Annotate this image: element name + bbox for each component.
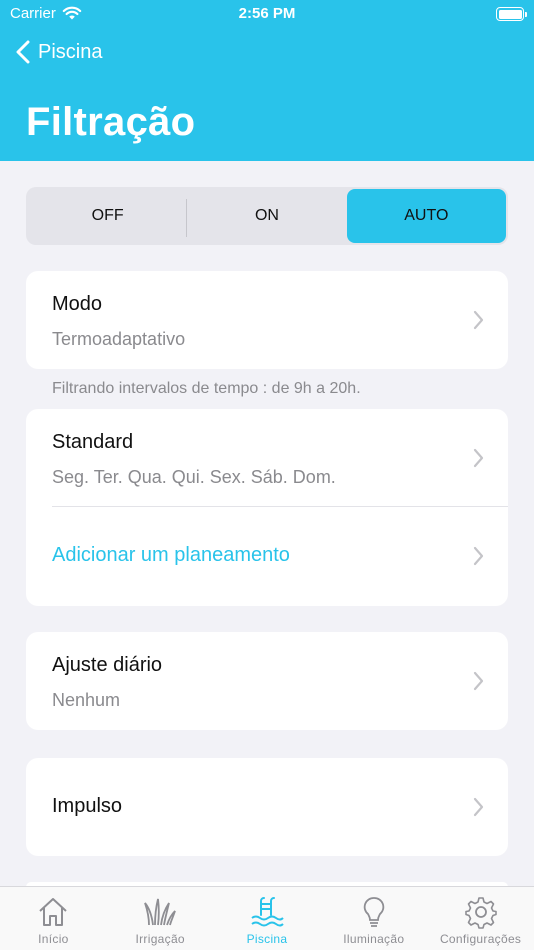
grass-icon	[144, 898, 177, 926]
tab-label: Início	[38, 932, 69, 946]
page-title: Filtração	[26, 100, 196, 144]
tab-configuracoes[interactable]: Configurações	[427, 887, 534, 950]
segment-off[interactable]: OFF	[28, 189, 188, 243]
filter-interval-note: Filtrando intervalos de tempo : de 9h a …	[52, 380, 361, 397]
chevron-left-icon	[16, 40, 30, 64]
segment-on-label: ON	[254, 207, 279, 224]
segment-off-label: OFF	[91, 207, 124, 224]
daily-adjust-value: Nenhum	[52, 690, 121, 710]
chevron-right-icon	[473, 310, 484, 330]
bulb-icon	[363, 897, 384, 927]
chevron-right-icon	[473, 671, 484, 691]
tab-irrigacao[interactable]: Irrigação	[107, 887, 214, 950]
pool-icon	[251, 897, 284, 927]
schedule-days: Seg. Ter. Qua. Qui. Sex. Sáb. Dom.	[52, 467, 336, 487]
mode-value: Termoadaptativo	[52, 329, 186, 349]
mode-segmented-control: OFF ON AUTO	[26, 187, 508, 245]
chevron-right-icon	[473, 546, 484, 566]
segment-auto-label: AUTO	[404, 207, 449, 224]
impulse-title: Impulso	[52, 795, 123, 817]
schedule-title: Standard	[52, 431, 134, 453]
daily-adjust-row[interactable]: Ajuste diário Nenhum	[26, 632, 508, 730]
add-schedule-row[interactable]: Adicionar um planeamento	[26, 507, 508, 605]
tab-bar: Início Irrigação Piscina Iluminação Conf…	[0, 886, 534, 950]
tab-iluminacao[interactable]: Iluminação	[320, 887, 427, 950]
daily-adjust-card: Ajuste diário Nenhum	[26, 632, 508, 730]
tab-label: Iluminação	[343, 932, 405, 946]
tab-inicio[interactable]: Início	[0, 887, 107, 950]
schedule-card: Standard Seg. Ter. Qua. Qui. Sex. Sáb. D…	[26, 409, 508, 606]
chevron-right-icon	[473, 448, 484, 468]
impulse-card: Impulso	[26, 758, 508, 856]
back-button[interactable]: Piscina	[16, 40, 102, 64]
add-schedule-link[interactable]: Adicionar um planeamento	[52, 544, 290, 567]
back-label: Piscina	[38, 40, 103, 63]
tab-label: Piscina	[246, 932, 288, 946]
tab-piscina[interactable]: Piscina	[214, 887, 321, 950]
gear-icon	[464, 897, 497, 929]
mode-title: Modo	[52, 293, 103, 315]
segment-auto[interactable]: AUTO	[346, 189, 506, 243]
daily-adjust-title: Ajuste diário	[52, 654, 163, 676]
mode-row[interactable]: Modo Termoadaptativo	[26, 271, 508, 369]
clock: 2:56 PM	[238, 5, 296, 22]
chevron-right-icon	[473, 797, 484, 817]
tab-label: Irrigação	[135, 932, 185, 946]
header: Carrier 2:56 PM Piscina Filtração	[0, 0, 534, 161]
impulse-row[interactable]: Impulso	[26, 758, 508, 856]
status-bar: Carrier 2:56 PM	[0, 0, 534, 28]
segment-on[interactable]: ON	[187, 189, 346, 243]
home-icon	[39, 898, 68, 926]
battery-icon	[496, 7, 527, 21]
tab-label: Configurações	[439, 932, 522, 946]
schedule-row-standard[interactable]: Standard Seg. Ter. Qua. Qui. Sex. Sáb. D…	[26, 409, 508, 507]
mode-card: Modo Termoadaptativo	[26, 271, 508, 369]
